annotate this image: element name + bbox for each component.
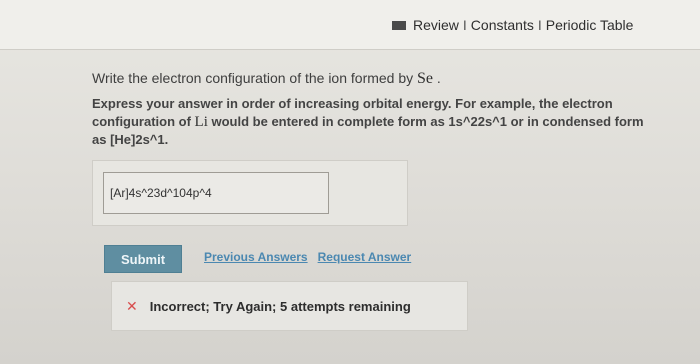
main-content: Write the electron configuration of the … [0, 50, 700, 364]
element-symbol: Se [417, 70, 434, 87]
request-answer-link[interactable]: Request Answer [318, 250, 412, 264]
separator: I [462, 17, 467, 33]
submit-button[interactable]: Submit [104, 245, 182, 273]
question-prompt: Write the electron configuration of the … [92, 70, 441, 88]
question-prefix: Write the electron configuration of the … [92, 70, 418, 86]
periodic-table-link[interactable]: Periodic Table [546, 17, 634, 33]
instructions: Express your answer in order of increasi… [92, 95, 652, 149]
answer-links: Previous Answers Request Answer [204, 250, 411, 264]
top-bar: Review I Constants I Periodic Table [0, 0, 700, 50]
separator: I [537, 17, 542, 33]
example-element-symbol: Li [194, 114, 208, 130]
question-suffix: . [433, 70, 441, 86]
previous-answers-link[interactable]: Previous Answers [204, 250, 308, 264]
feedback-box: ✕ Incorrect; Try Again; 5 attempts remai… [111, 281, 468, 331]
constants-link[interactable]: Constants [471, 17, 534, 33]
header-links: Review I Constants I Periodic Table [392, 17, 633, 33]
feedback-message: Incorrect; Try Again; 5 attempts remaini… [149, 298, 411, 314]
review-link[interactable]: Review [413, 17, 459, 33]
review-icon [392, 20, 406, 30]
answer-input[interactable] [103, 172, 329, 214]
page: Review I Constants I Periodic Table Writ… [0, 0, 700, 364]
x-icon: ✕ [126, 298, 138, 314]
